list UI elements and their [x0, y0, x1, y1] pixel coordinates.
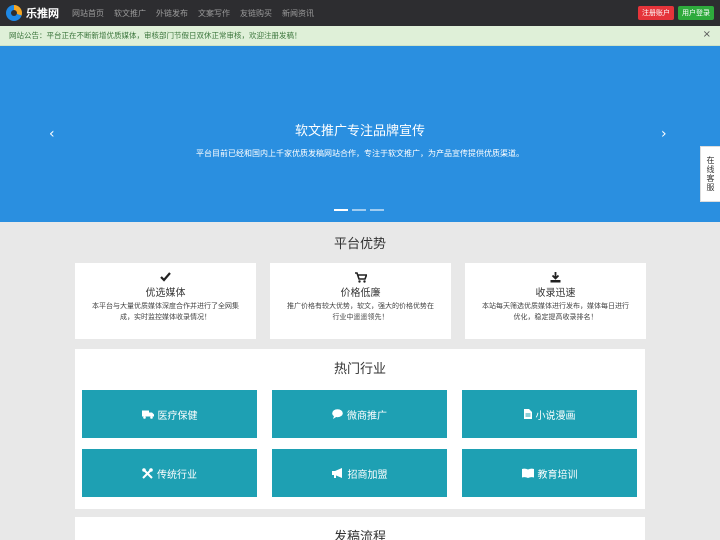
advantage-card: 价格低廉 推广价格有较大优势，软文，强大的价格优势在行业中遥遥领先！: [270, 263, 451, 339]
industry-tile-traditional[interactable]: 传统行业: [82, 449, 257, 497]
nav-link-softarticle[interactable]: 软文推广: [114, 8, 146, 19]
industry-label: 招商加盟: [347, 469, 388, 481]
notice-bar: 网站公告：平台正在不断新增优质媒体，审核部门节假日双休正常审核，欢迎注册发稿！ …: [0, 26, 720, 46]
process-title: 发稿流程: [333, 530, 386, 540]
chat-icon: [332, 409, 343, 419]
industry-tile-medical[interactable]: 医疗保健: [82, 390, 257, 438]
process-panel: 发稿流程: [75, 517, 645, 540]
login-button[interactable]: 用户登录: [678, 6, 714, 20]
advantage-card: 优选媒体 本平台与大量优质媒体深度合作并进行了全网集成，实时监控媒体收录情况！: [75, 263, 256, 339]
advantage-desc: 推广价格有较大优势，软文，强大的价格优势在行业中遥遥领先！: [287, 302, 434, 321]
industry-label: 传统行业: [157, 469, 197, 481]
advantage-desc: 本站每天筛选优质媒体进行发布，媒体每日进行优化，稳定提高收录排名！: [482, 302, 629, 321]
online-service-tab[interactable]: 在线客服: [700, 146, 720, 202]
nav-link-home[interactable]: 网站首页: [72, 8, 104, 19]
close-icon[interactable]: ×: [703, 29, 711, 40]
notice-text: 网站公告：平台正在不断新增优质媒体，审核部门节假日双休正常审核，欢迎注册发稿！: [9, 31, 302, 40]
chevron-right-icon[interactable]: ›: [661, 126, 667, 142]
nav-link-copywriting[interactable]: 文案写作: [198, 8, 230, 19]
industries-title: 热门行业: [333, 362, 386, 377]
carousel-dot[interactable]: [370, 209, 384, 211]
industry-tile-education[interactable]: 教育培训: [462, 449, 637, 497]
advantage-card: 收录迅速 本站每天筛选优质媒体进行发布，媒体每日进行优化，稳定提高收录排名！: [465, 263, 646, 339]
industry-label: 医疗保健: [157, 410, 198, 422]
industry-label: 小说漫画: [535, 410, 576, 422]
industry-tile-franchise[interactable]: 招商加盟: [272, 449, 447, 497]
carousel-dot[interactable]: [334, 209, 348, 211]
logo[interactable]: 乐推网: [6, 5, 59, 21]
advantage-desc: 本平台与大量优质媒体深度合作并进行了全网集成，实时监控媒体收录情况！: [92, 302, 239, 321]
nav-link-backlinks[interactable]: 外链发布: [156, 8, 188, 19]
bullhorn-icon: [331, 468, 344, 478]
logo-text: 乐推网: [26, 7, 59, 20]
industry-tile-novel[interactable]: 小说漫画: [462, 390, 637, 438]
download-icon: [465, 272, 646, 283]
top-nav: 乐推网 网站首页 软文推广 外链发布 文案写作 友链购买 新闻资讯 注册账户 用…: [0, 0, 720, 26]
carousel-indicators: [334, 209, 384, 211]
logo-icon: [6, 5, 22, 21]
tools-icon: [142, 467, 153, 479]
cart-icon: [270, 272, 451, 283]
advantage-title: 收录迅速: [535, 288, 576, 299]
nav-link-news[interactable]: 新闻资讯: [282, 8, 314, 19]
industries-panel: 热门行业 医疗保健 微商推广 小说漫画 传统行业 招商加盟 教育培训: [75, 349, 645, 509]
truck-icon: [141, 410, 154, 419]
nav-links: 网站首页 软文推广 外链发布 文案写作 友链购买 新闻资讯: [67, 8, 319, 19]
industry-label: 教育培训: [537, 469, 578, 481]
advantage-title: 优选媒体: [145, 288, 186, 299]
nav-buttons: 注册账户 用户登录: [638, 6, 714, 20]
advantage-title: 价格低廉: [340, 288, 381, 299]
banner-title: 软文推广专注品牌宣传: [294, 124, 425, 139]
hero-banner: ‹ 软文推广专注品牌宣传 平台目前已经和国内上千家优质发稿网站合作，专注于软文推…: [0, 46, 720, 222]
banner-subtitle: 平台目前已经和国内上千家优质发稿网站合作，专注于软文推广，为产品宣传提供优质渠道…: [196, 149, 524, 158]
nav-link-friendlinks[interactable]: 友链购买: [240, 8, 272, 19]
carousel-dot[interactable]: [352, 209, 366, 211]
check-icon: [75, 272, 256, 283]
industry-label: 微商推广: [347, 410, 387, 422]
book-icon: [521, 468, 534, 478]
file-icon: [523, 409, 532, 419]
industry-tile-wechat[interactable]: 微商推广: [272, 390, 447, 438]
register-button[interactable]: 注册账户: [638, 6, 674, 20]
advantages-title: 平台优势: [333, 237, 386, 252]
